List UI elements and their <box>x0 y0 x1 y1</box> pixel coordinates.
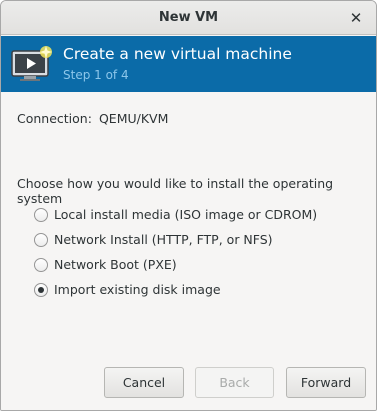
window-title: New VM <box>158 10 219 25</box>
radio-network-boot[interactable] <box>34 257 48 272</box>
header-title: Create a new virtual machine <box>63 45 292 63</box>
header-banner: Create a new virtual machine Step 1 of 4 <box>1 36 376 92</box>
radio-import-disk[interactable] <box>34 282 48 297</box>
option-local-media[interactable]: Local install media (ISO image or CDROM) <box>34 202 317 227</box>
close-icon: ✕ <box>349 9 363 27</box>
radio-local-media[interactable] <box>34 207 48 222</box>
option-network-install[interactable]: Network Install (HTTP, FTP, or NFS) <box>34 227 317 252</box>
step-indicator: Step 1 of 4 <box>63 68 129 82</box>
close-button[interactable]: ✕ <box>346 8 366 28</box>
title-bar[interactable]: New VM ✕ <box>1 1 376 35</box>
option-network-boot[interactable]: Network Boot (PXE) <box>34 252 317 277</box>
option-label: Local install media (ISO image or CDROM) <box>54 207 318 222</box>
radio-network-install[interactable] <box>34 232 48 247</box>
option-label: Network Install (HTTP, FTP, or NFS) <box>54 232 273 247</box>
forward-button[interactable]: Forward <box>286 367 366 398</box>
option-import-disk[interactable]: Import existing disk image <box>34 277 317 302</box>
install-method-options: Local install media (ISO image or CDROM)… <box>34 202 317 302</box>
connection-row: Connection: QEMU/KVM <box>17 111 168 126</box>
new-vm-dialog: New VM ✕ Create a new virtual machine St… <box>0 0 377 411</box>
option-label: Import existing disk image <box>54 282 221 297</box>
connection-label: Connection: <box>17 111 92 126</box>
option-label: Network Boot (PXE) <box>54 257 177 272</box>
cancel-button[interactable]: Cancel <box>104 367 184 398</box>
dialog-content: Connection: QEMU/KVM Choose how you would… <box>1 92 376 410</box>
connection-value: QEMU/KVM <box>98 111 169 126</box>
new-vm-icon <box>11 46 52 81</box>
back-button[interactable]: Back <box>195 367 274 398</box>
